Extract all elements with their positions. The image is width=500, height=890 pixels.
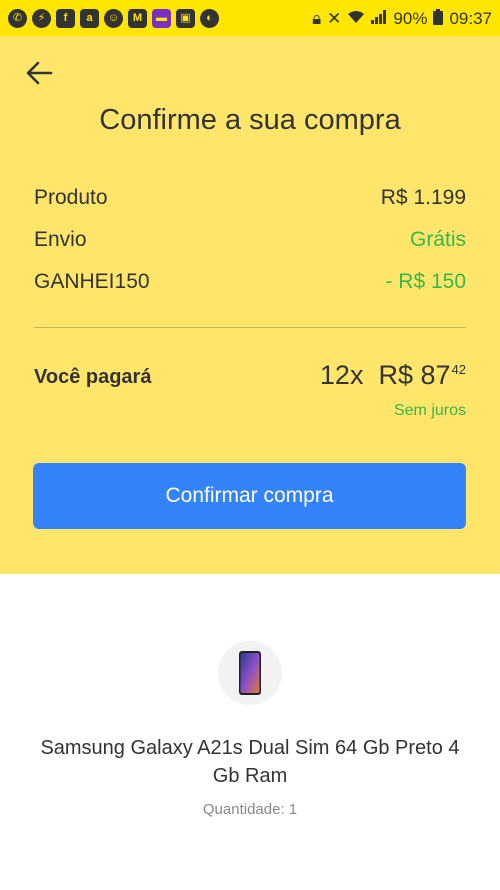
clock: 09:37 <box>449 8 492 28</box>
coupon-code: GANHEI150 <box>34 270 150 293</box>
photo-icon: ▣ <box>176 8 195 28</box>
shipping-value: Grátis <box>409 228 466 251</box>
product-quantity: Quantidade: 1 <box>202 801 298 818</box>
gmail-icon: M <box>128 8 147 28</box>
arrow-left-icon <box>26 61 53 85</box>
product-label: Produto <box>34 186 108 209</box>
mute-icon: ✕ <box>327 8 342 28</box>
notification-icons: ✆ ⚡ f a ☺ M ▬ ▣ ◐ <box>8 8 219 28</box>
shipping-label: Envio <box>34 228 87 251</box>
page-title: Confirme a sua compra <box>99 104 401 136</box>
product-thumbnail <box>218 641 282 705</box>
battery-icon <box>433 8 444 28</box>
status-bar: ✆ ⚡ f a ☺ M ▬ ▣ ◐ 🔒︎ ✕ 90% 09:37 <box>0 0 500 36</box>
battery-percent: 90% <box>393 8 428 28</box>
installments: 12x <box>319 360 364 390</box>
facebook-icon: f <box>56 8 75 28</box>
interest-note: Sem juros <box>393 402 466 419</box>
wifi-icon <box>347 10 365 27</box>
phone-image <box>239 651 261 695</box>
messenger-icon: ⚡ <box>32 8 51 28</box>
amazon-icon: a <box>80 8 99 28</box>
lock-icon: 🔒︎ <box>312 8 322 28</box>
installment-amount: R$ 87 <box>378 360 451 390</box>
installment-cents: 42 <box>451 362 466 377</box>
purchase-summary-panel: Confirme a sua compra Produto R$ 1.199 E… <box>0 36 500 574</box>
shipping-row: Envio Grátis <box>34 228 466 252</box>
divider <box>34 327 466 328</box>
android-icon: ☺ <box>104 8 123 28</box>
coupon-row: GANHEI150 - R$ 150 <box>34 270 466 294</box>
bag-icon: ◐ <box>200 8 219 28</box>
total-value: 12x R$ 8742 <box>320 360 466 391</box>
whatsapp-icon: ✆ <box>8 8 27 28</box>
app-icon: ▬ <box>152 8 171 28</box>
system-icons: 🔒︎ ✕ 90% 09:37 <box>312 8 492 28</box>
total-label: Você pagará <box>34 366 152 388</box>
confirm-purchase-button[interactable]: Confirmar compra <box>33 463 466 529</box>
product-name: Samsung Galaxy A21s Dual Sim 64 Gb Preto… <box>40 737 460 787</box>
product-price: R$ 1.199 <box>380 186 466 209</box>
coupon-discount: - R$ 150 <box>385 270 466 293</box>
product-price-row: Produto R$ 1.199 <box>34 186 466 210</box>
signal-icon <box>371 9 387 27</box>
back-button[interactable] <box>24 60 54 86</box>
